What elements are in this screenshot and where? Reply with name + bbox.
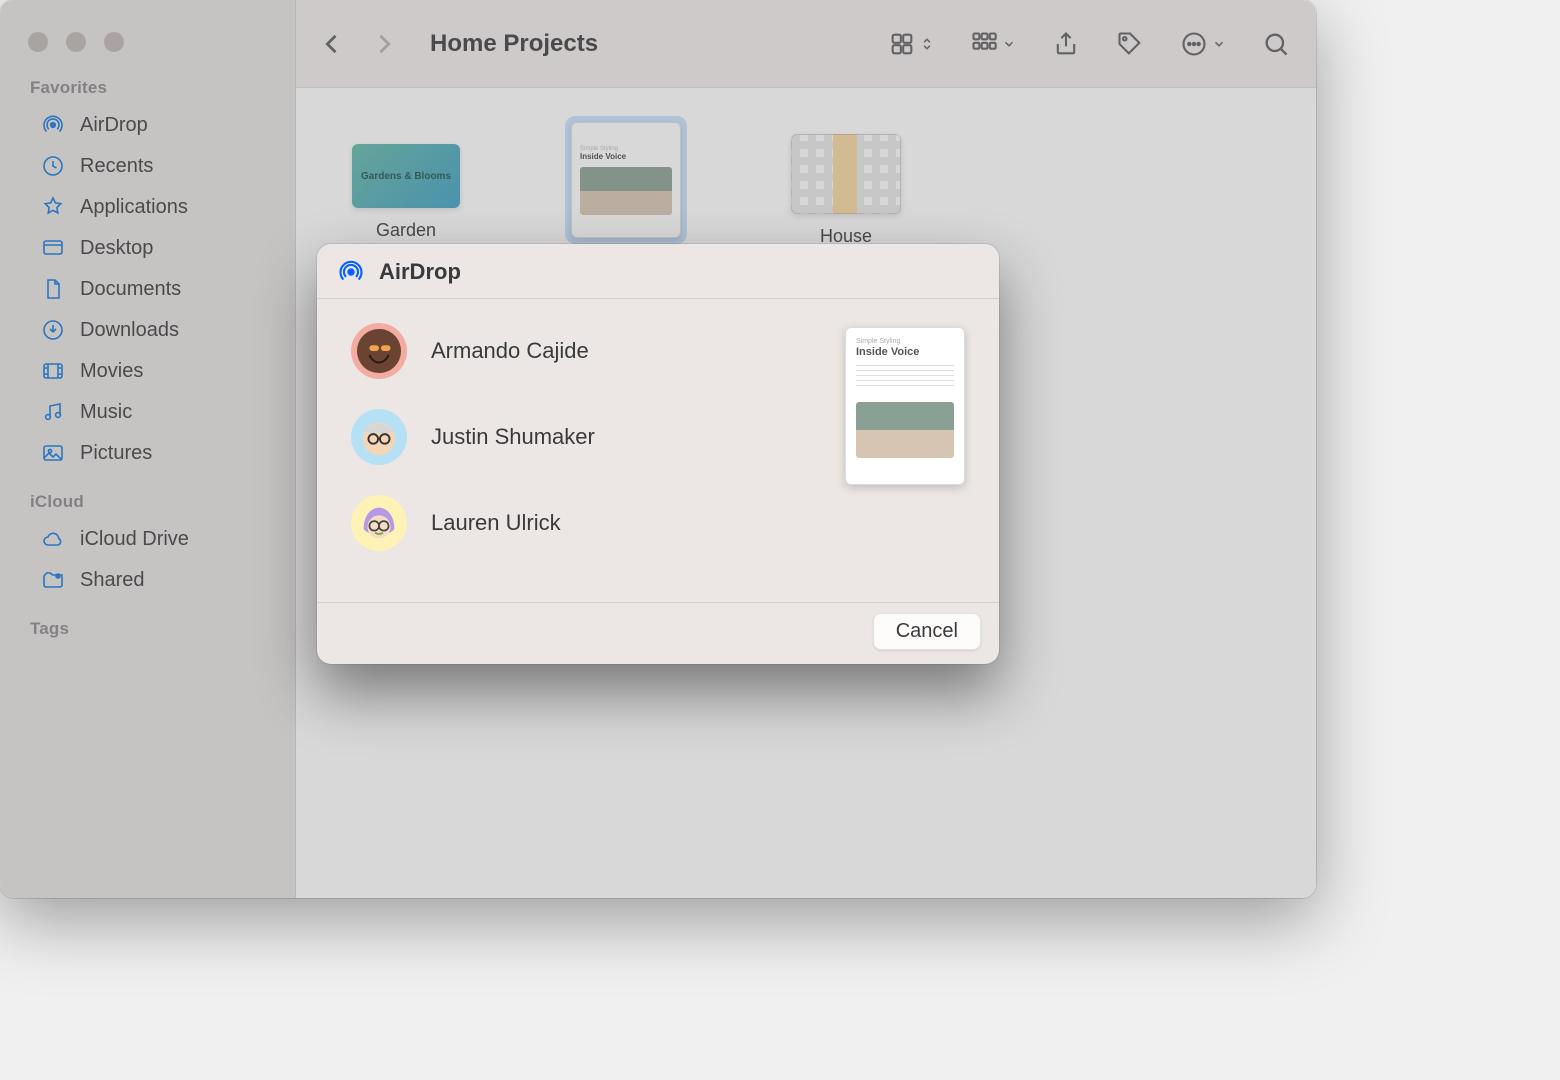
more-icon [1180, 30, 1208, 58]
sidebar-item-label: iCloud Drive [80, 526, 189, 552]
airdrop-person-name: Armando Cajide [431, 338, 589, 364]
airdrop-people-list: Armando Cajide Justin Shumaker Lauren Ul… [351, 317, 825, 588]
airdrop-title: AirDrop [379, 259, 461, 285]
toolbar: Home Projects [296, 0, 1316, 88]
sidebar-item-label: Music [80, 399, 132, 425]
sidebar-item-icloud-drive[interactable]: iCloud Drive [10, 519, 285, 559]
sidebar-item-airdrop[interactable]: AirDrop [10, 105, 285, 145]
avatar [351, 495, 407, 551]
cancel-button[interactable]: Cancel [873, 613, 981, 650]
airdrop-person-justin[interactable]: Justin Shumaker [351, 409, 825, 465]
sidebar-section-favorites: Favorites [0, 60, 295, 104]
airdrop-person-name: Lauren Ulrick [431, 510, 561, 536]
tags-button[interactable] [1116, 30, 1144, 58]
preview-thumbnail: Simple Styling Inside Voice [845, 327, 965, 485]
file-thumbnail: Gardens & Blooms [352, 144, 460, 208]
chevron-down-icon [1212, 37, 1226, 51]
window-controls [0, 18, 295, 60]
airdrop-person-armando[interactable]: Armando Cajide [351, 323, 825, 379]
downloads-icon [40, 317, 66, 343]
nav-arrows [318, 30, 398, 58]
back-button[interactable] [318, 30, 346, 58]
sidebar-item-recents[interactable]: Recents [10, 146, 285, 186]
airdrop-body: Armando Cajide Justin Shumaker Lauren Ul… [317, 299, 999, 602]
airdrop-icon [337, 258, 365, 286]
chevron-updown-icon [920, 37, 934, 51]
sidebar-item-label: Movies [80, 358, 143, 384]
sidebar-item-documents[interactable]: Documents [10, 269, 285, 309]
sidebar-item-label: Pictures [80, 440, 152, 466]
movies-icon [40, 358, 66, 384]
group-by-button[interactable] [970, 30, 1016, 58]
desktop-icon [40, 235, 66, 261]
window-title: Home Projects [430, 30, 598, 58]
file-thumbnail [791, 134, 901, 214]
airdrop-dialog: AirDrop Armando Cajide Justin Shumaker L… [317, 244, 999, 664]
chevron-down-icon [1002, 37, 1016, 51]
view-mode-button[interactable] [888, 30, 934, 58]
share-button[interactable] [1052, 30, 1080, 58]
sidebar-item-label: Applications [80, 194, 188, 220]
close-window-button[interactable] [28, 32, 48, 52]
sidebar-item-desktop[interactable]: Desktop [10, 228, 285, 268]
documents-icon [40, 276, 66, 302]
group-icon [970, 30, 998, 58]
grid-view-icon [888, 30, 916, 58]
sidebar-item-applications[interactable]: Applications [10, 187, 285, 227]
avatar [351, 409, 407, 465]
airdrop-person-lauren[interactable]: Lauren Ulrick [351, 495, 825, 551]
airdrop-footer: Cancel [317, 602, 999, 664]
file-label: Garden [364, 218, 448, 243]
cloud-icon [40, 526, 66, 552]
sidebar-item-label: Documents [80, 276, 181, 302]
sidebar-item-music[interactable]: Music [10, 392, 285, 432]
sidebar-item-label: Recents [80, 153, 153, 179]
sidebar-section-icloud: iCloud [0, 474, 295, 518]
sidebar-item-shared[interactable]: Shared [10, 560, 285, 600]
sidebar-item-label: Downloads [80, 317, 179, 343]
shared-icon [40, 567, 66, 593]
sidebar: Favorites AirDrop Recents Applications D… [0, 0, 296, 898]
finder-window: Favorites AirDrop Recents Applications D… [0, 0, 1316, 898]
music-icon [40, 399, 66, 425]
search-button[interactable] [1262, 30, 1290, 58]
more-button[interactable] [1180, 30, 1226, 58]
sidebar-section-tags: Tags [0, 601, 295, 645]
toolbar-tools [888, 30, 1290, 58]
selection-highlight: Simple Styling Inside Voice [565, 116, 687, 244]
airdrop-header: AirDrop [317, 244, 999, 299]
avatar [351, 323, 407, 379]
sidebar-item-pictures[interactable]: Pictures [10, 433, 285, 473]
sidebar-item-label: AirDrop [80, 112, 148, 138]
fullscreen-window-button[interactable] [104, 32, 124, 52]
minimize-window-button[interactable] [66, 32, 86, 52]
sidebar-item-movies[interactable]: Movies [10, 351, 285, 391]
pictures-icon [40, 440, 66, 466]
airdrop-preview: Simple Styling Inside Voice [845, 317, 975, 588]
file-thumbnail: Simple Styling Inside Voice [571, 122, 681, 238]
sidebar-item-downloads[interactable]: Downloads [10, 310, 285, 350]
airdrop-icon [40, 112, 66, 138]
applications-icon [40, 194, 66, 220]
sidebar-item-label: Shared [80, 567, 145, 593]
forward-button[interactable] [370, 30, 398, 58]
recents-icon [40, 153, 66, 179]
sidebar-item-label: Desktop [80, 235, 153, 261]
airdrop-person-name: Justin Shumaker [431, 424, 595, 450]
